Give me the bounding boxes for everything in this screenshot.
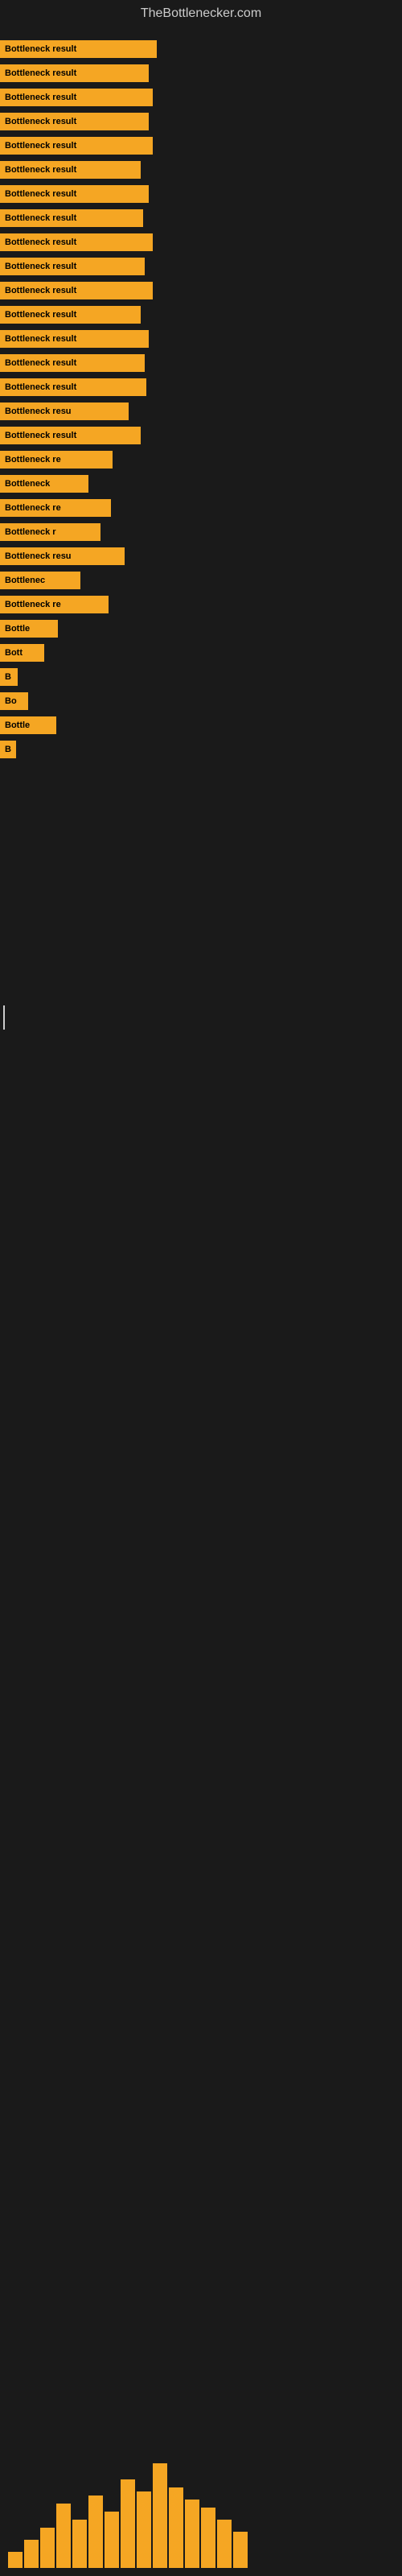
chart-area: [8, 2463, 248, 2568]
bottleneck-bar-25: Bottle: [0, 620, 58, 638]
bottleneck-bar-29: Bottle: [0, 716, 56, 734]
bar-row-3: Bottleneck result: [0, 87, 402, 108]
chart-bar-3: [56, 2504, 71, 2568]
bottleneck-bar-9: Bottleneck result: [0, 233, 153, 251]
site-title: TheBottlenecker.com: [0, 0, 402, 27]
chart-bar-8: [137, 2491, 151, 2568]
bottleneck-bar-28: Bo: [0, 692, 28, 710]
bar-row-2: Bottleneck result: [0, 63, 402, 84]
chart-bar-7: [121, 2479, 135, 2568]
cursor-indicator: [3, 1005, 5, 1030]
chart-bar-5: [88, 2496, 103, 2568]
bar-row-20: Bottleneck re: [0, 497, 402, 518]
bottleneck-bar-4: Bottleneck result: [0, 113, 149, 130]
bar-row-22: Bottleneck resu: [0, 546, 402, 567]
chart-bar-13: [217, 2520, 232, 2568]
bottleneck-bar-7: Bottleneck result: [0, 185, 149, 203]
bottleneck-bar-8: Bottleneck result: [0, 209, 143, 227]
bar-row-30: B: [0, 739, 402, 760]
bottleneck-bar-23: Bottlenec: [0, 572, 80, 589]
bar-row-14: Bottleneck result: [0, 353, 402, 374]
bars-container: Bottleneck result Bottleneck result Bottle…: [0, 27, 402, 771]
bottleneck-bar-19: Bottleneck: [0, 475, 88, 493]
chart-bar-14: [233, 2532, 248, 2568]
chart-bar-2: [40, 2528, 55, 2568]
chart-bar-4: [72, 2520, 87, 2568]
chart-bar-12: [201, 2508, 215, 2568]
bar-row-12: Bottleneck result: [0, 304, 402, 325]
bar-row-9: Bottleneck result: [0, 232, 402, 253]
bottleneck-bar-18: Bottleneck re: [0, 451, 113, 469]
bottleneck-bar-5: Bottleneck result: [0, 137, 153, 155]
chart-bar-6: [105, 2512, 119, 2568]
bar-row-6: Bottleneck result: [0, 159, 402, 180]
chart-bar-9: [153, 2463, 167, 2568]
chart-bar-10: [169, 2487, 183, 2568]
bottleneck-bar-27: B: [0, 668, 18, 686]
bottleneck-bar-24: Bottleneck re: [0, 596, 109, 613]
bottleneck-bar-11: Bottleneck result: [0, 282, 153, 299]
bar-row-8: Bottleneck result: [0, 208, 402, 229]
bar-row-13: Bottleneck result: [0, 328, 402, 349]
bar-row-16: Bottleneck resu: [0, 401, 402, 422]
bottleneck-bar-2: Bottleneck result: [0, 64, 149, 82]
bar-row-5: Bottleneck result: [0, 135, 402, 156]
bottleneck-bar-30: B: [0, 741, 16, 758]
bottleneck-bar-17: Bottleneck result: [0, 427, 141, 444]
bar-row-28: Bo: [0, 691, 402, 712]
bottleneck-bar-1: Bottleneck result: [0, 40, 157, 58]
bottleneck-bar-26: Bott: [0, 644, 44, 662]
bottleneck-bar-14: Bottleneck result: [0, 354, 145, 372]
chart-bar-1: [24, 2540, 39, 2568]
bar-row-25: Bottle: [0, 618, 402, 639]
chart-bar-0: [8, 2552, 23, 2568]
bottleneck-bar-6: Bottleneck result: [0, 161, 141, 179]
bar-row-17: Bottleneck result: [0, 425, 402, 446]
bottleneck-bar-16: Bottleneck resu: [0, 402, 129, 420]
bar-row-18: Bottleneck re: [0, 449, 402, 470]
bottleneck-bar-3: Bottleneck result: [0, 89, 153, 106]
chart-bar-11: [185, 2500, 199, 2568]
bar-row-27: B: [0, 667, 402, 687]
bottleneck-bar-22: Bottleneck resu: [0, 547, 125, 565]
bar-row-7: Bottleneck result: [0, 184, 402, 204]
bar-row-4: Bottleneck result: [0, 111, 402, 132]
bottleneck-bar-15: Bottleneck result: [0, 378, 146, 396]
bar-row-29: Bottle: [0, 715, 402, 736]
bar-row-11: Bottleneck result: [0, 280, 402, 301]
bottleneck-bar-12: Bottleneck result: [0, 306, 141, 324]
bar-row-23: Bottlenec: [0, 570, 402, 591]
bar-row-1: Bottleneck result: [0, 39, 402, 60]
bar-row-10: Bottleneck result: [0, 256, 402, 277]
bottleneck-bar-10: Bottleneck result: [0, 258, 145, 275]
bar-row-26: Bott: [0, 642, 402, 663]
bottleneck-bar-21: Bottleneck r: [0, 523, 100, 541]
bar-row-15: Bottleneck result: [0, 377, 402, 398]
bar-row-19: Bottleneck: [0, 473, 402, 494]
bottleneck-bar-13: Bottleneck result: [0, 330, 149, 348]
bar-row-24: Bottleneck re: [0, 594, 402, 615]
bar-row-21: Bottleneck r: [0, 522, 402, 543]
bottleneck-bar-20: Bottleneck re: [0, 499, 111, 517]
